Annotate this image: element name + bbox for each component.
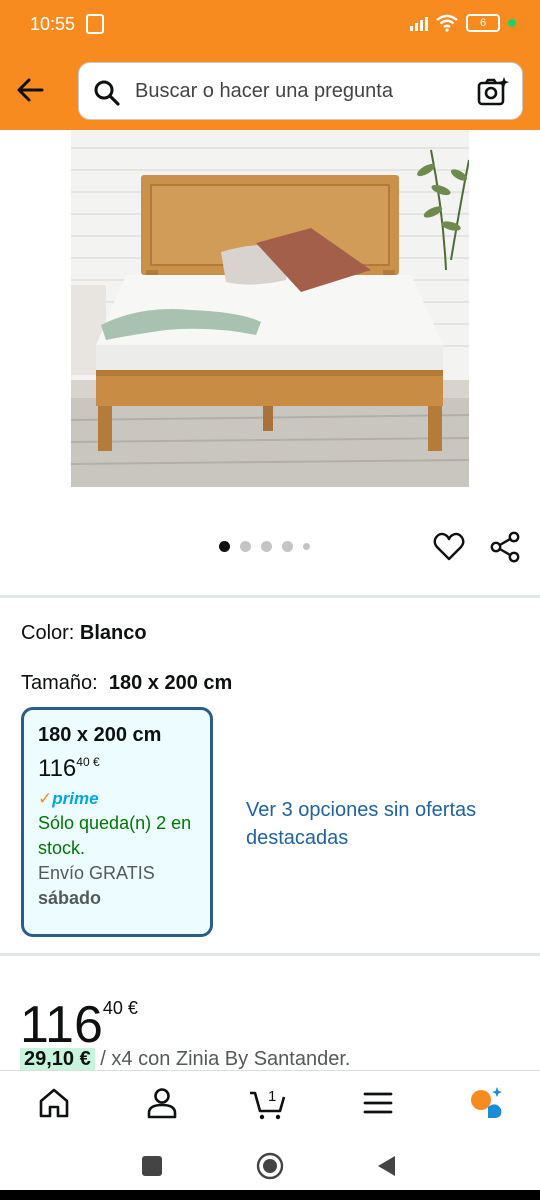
bottom-navigation: 1 bbox=[0, 1070, 540, 1134]
cart-count: 1 bbox=[268, 1088, 276, 1105]
size-label: Tamaño: bbox=[21, 672, 98, 694]
carousel-indicator[interactable] bbox=[219, 541, 310, 552]
size-value: 180 x 200 cm bbox=[108, 672, 233, 694]
share-icon[interactable] bbox=[488, 530, 522, 564]
color-row: Color: Blanco bbox=[21, 622, 147, 645]
signal-icon bbox=[410, 15, 428, 31]
home-icon[interactable] bbox=[34, 1085, 74, 1121]
price-whole: 116 bbox=[20, 996, 103, 1054]
header: Buscar o hacer una pregunta bbox=[0, 52, 540, 130]
screen-edge bbox=[0, 1190, 540, 1200]
size-row: Tamaño: 180 x 200 cm bbox=[21, 672, 232, 695]
privacy-dot-icon bbox=[508, 19, 516, 27]
option-price-whole: 116 bbox=[38, 755, 77, 782]
size-option-card[interactable]: 180 x 200 cm 11640 € ✓prime Sólo queda(n… bbox=[21, 707, 213, 937]
menu-icon[interactable] bbox=[358, 1085, 398, 1121]
status-icons: 6 bbox=[410, 14, 516, 32]
product-price: 11640 € bbox=[20, 978, 138, 1055]
delivery-day: sábado bbox=[38, 888, 102, 908]
back-button[interactable] bbox=[375, 1154, 397, 1178]
carousel-dot-1[interactable] bbox=[219, 541, 230, 552]
prime-check-icon: ✓ bbox=[38, 789, 53, 808]
section-divider bbox=[0, 953, 540, 956]
financing-text: / x4 con Zinia By Santander. bbox=[100, 1048, 351, 1070]
search-placeholder: Buscar o hacer una pregunta bbox=[135, 80, 393, 102]
app-notification-icon bbox=[86, 14, 104, 34]
section-divider bbox=[0, 595, 540, 598]
financing-offer[interactable]: 29,10 € / x4 con Zinia By Santander. bbox=[20, 1048, 351, 1074]
search-input[interactable]: Buscar o hacer una pregunta bbox=[78, 62, 523, 120]
cart-icon[interactable]: 1 bbox=[248, 1085, 288, 1121]
back-arrow-icon[interactable] bbox=[10, 70, 50, 110]
stock-status: Sólo queda(n) 2 en stock. bbox=[38, 813, 192, 858]
system-navigation bbox=[0, 1134, 540, 1190]
color-value: Blanco bbox=[79, 622, 147, 644]
camera-search-icon[interactable] bbox=[476, 75, 510, 109]
product-image[interactable] bbox=[71, 130, 469, 487]
status-time: 10:55 bbox=[30, 14, 76, 34]
battery-icon: 6 bbox=[466, 14, 500, 32]
price-fraction: 40 € bbox=[102, 998, 138, 1018]
option-price-fraction: 40 € bbox=[76, 755, 100, 769]
shipping-text: Envío GRATIS bbox=[38, 863, 155, 883]
status-bar: 10:55 6 bbox=[0, 0, 540, 52]
wifi-icon bbox=[436, 14, 458, 32]
rufus-assistant-icon[interactable] bbox=[466, 1085, 506, 1121]
color-label: Color: bbox=[21, 622, 75, 644]
more-options-link[interactable]: Ver 3 opciones sin ofertas destacadas bbox=[246, 796, 486, 852]
carousel-dot-4[interactable] bbox=[282, 541, 293, 552]
carousel-dot-3[interactable] bbox=[261, 541, 272, 552]
option-size: 180 x 200 cm bbox=[38, 724, 162, 746]
search-icon bbox=[94, 80, 120, 106]
prime-label: prime bbox=[52, 789, 99, 808]
prime-badge: ✓prime bbox=[38, 789, 210, 809]
carousel-dot-5[interactable] bbox=[303, 543, 310, 550]
option-price: 11640 € bbox=[38, 755, 210, 783]
heart-icon[interactable] bbox=[432, 530, 466, 564]
recents-button[interactable] bbox=[142, 1156, 162, 1176]
carousel-dot-2[interactable] bbox=[240, 541, 251, 552]
home-button[interactable] bbox=[256, 1152, 284, 1180]
account-icon[interactable] bbox=[142, 1085, 182, 1121]
